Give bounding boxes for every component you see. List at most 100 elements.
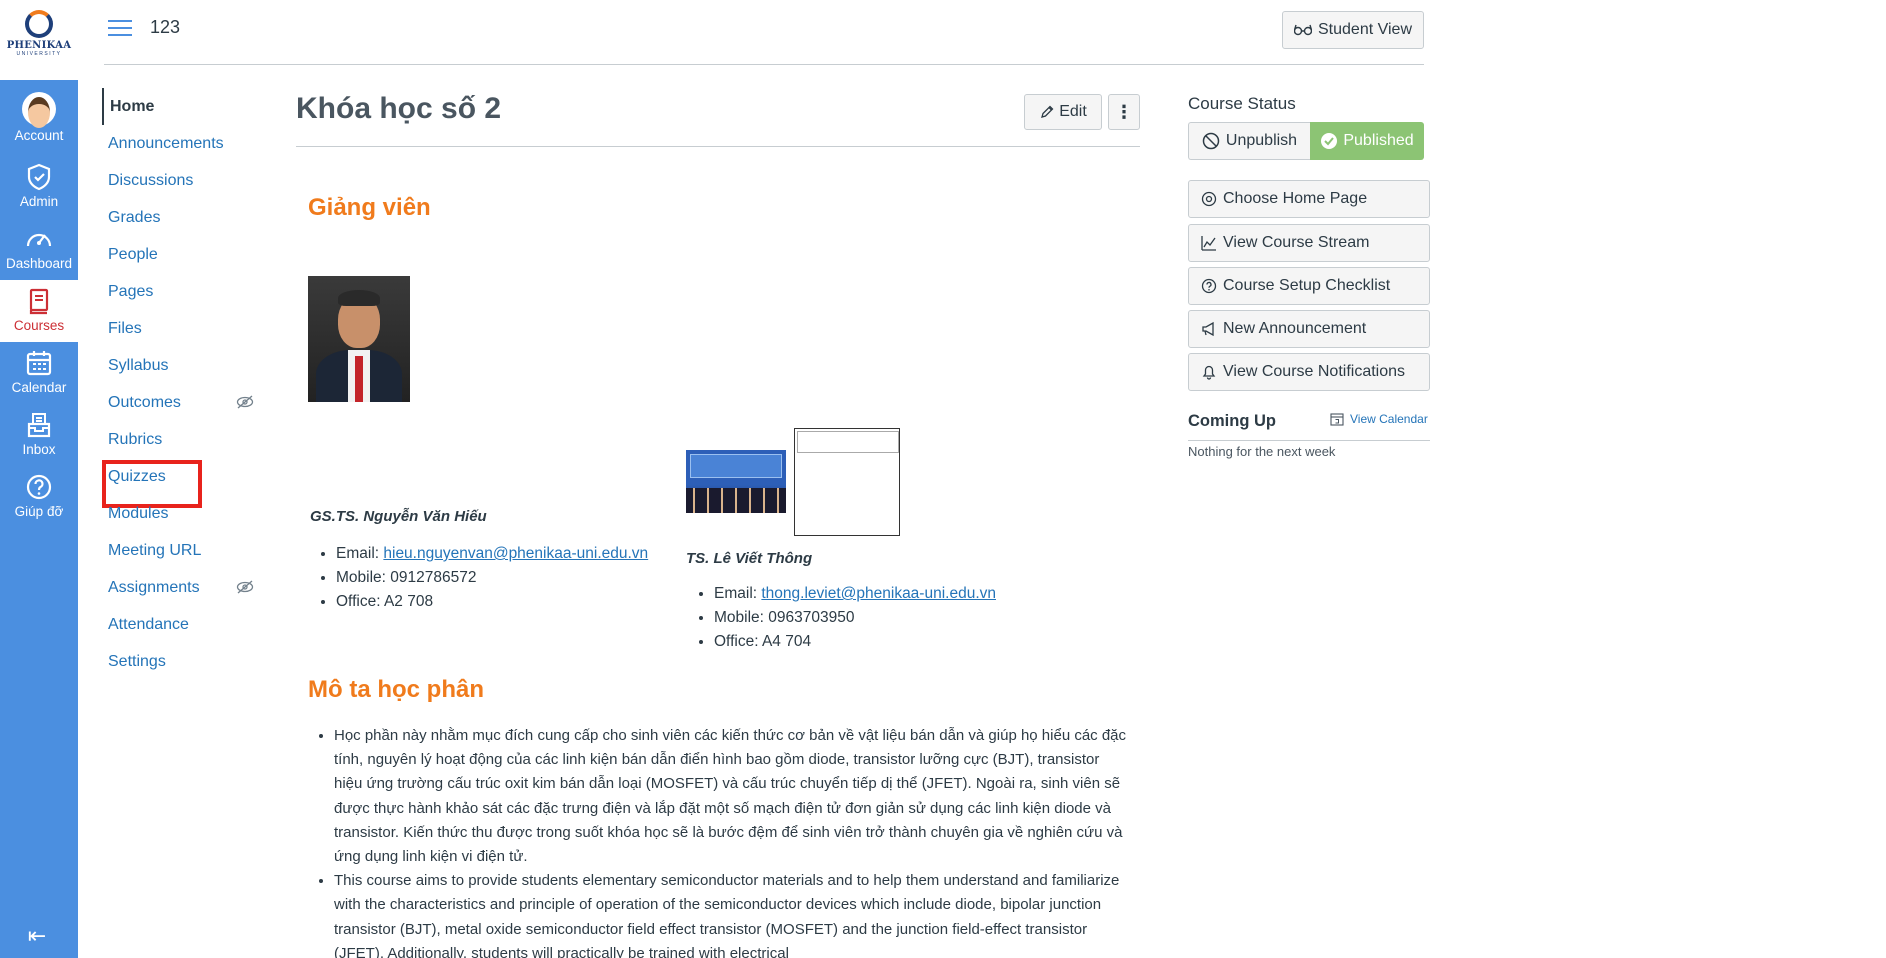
hidden-eye-icon <box>236 580 254 594</box>
list-item: Email: hieu.nguyenvan@phenikaa-uni.edu.v… <box>336 542 648 566</box>
course-nav-discussions[interactable]: Discussions <box>102 162 262 199</box>
instructor1-name: GS.TS. Nguyễn Văn Hiếu <box>310 508 487 525</box>
unpublish-button[interactable]: Unpublish <box>1188 122 1310 160</box>
list-item: Mobile: 0912786572 <box>336 566 648 590</box>
course-setup-checklist-button[interactable]: Course Setup Checklist <box>1188 267 1430 305</box>
bell-icon <box>1202 365 1216 380</box>
calendar-icon <box>26 351 52 376</box>
coming-up-heading: Coming Up <box>1188 412 1276 430</box>
pencil-icon <box>1041 105 1054 118</box>
course-status-heading: Course Status <box>1188 94 1296 113</box>
calendar-icon <box>1330 413 1344 426</box>
instructor1-email-link[interactable]: hieu.nguyenvan@phenikaa-uni.edu.vn <box>383 545 648 562</box>
course-nav-files[interactable]: Files <box>102 310 262 347</box>
instructor1-photo <box>308 276 410 402</box>
glasses-icon <box>1294 24 1312 36</box>
shield-icon <box>27 163 51 191</box>
course-nav-attendance[interactable]: Attendance <box>102 606 262 643</box>
list-item: Mobile: 0963703950 <box>714 606 996 630</box>
target-icon <box>1201 191 1217 207</box>
megaphone-icon <box>1202 321 1214 337</box>
view-course-notifications-button[interactable]: View Course Notifications <box>1188 353 1430 391</box>
list-item: Office: A2 708 <box>336 590 648 614</box>
edit-button[interactable]: Edit <box>1024 94 1102 130</box>
instructor2-email-link[interactable]: thong.leviet@phenikaa-uni.edu.vn <box>761 585 996 602</box>
global-nav-inbox[interactable]: Inbox <box>0 404 78 466</box>
global-nav-label: Giúp đỡ <box>14 504 64 519</box>
global-nav-label: Admin <box>19 194 59 209</box>
view-calendar-link[interactable]: View Calendar <box>1330 412 1428 426</box>
student-view-label: Student View <box>1318 21 1412 38</box>
coming-up-divider <box>1188 440 1430 441</box>
published-button[interactable]: Published <box>1310 122 1424 160</box>
course-nav-meeting-url[interactable]: Meeting URL <box>102 532 262 569</box>
course-nav-people[interactable]: People <box>102 236 262 273</box>
global-nav: PHENIKAA UNIVERSITY Account Admin Dashbo… <box>0 0 78 958</box>
course-nav-outcomes[interactable]: Outcomes <box>102 384 262 421</box>
question-circle-icon <box>1201 278 1217 294</box>
instructor2-info: Email: thong.leviet@phenikaa-uni.edu.vn … <box>686 582 996 654</box>
course-nav-modules[interactable]: Modules <box>102 495 262 532</box>
list-item: Học phần này nhằm mục đích cung cấp cho … <box>334 724 1128 869</box>
course-nav-syllabus[interactable]: Syllabus <box>102 347 262 384</box>
avatar-icon <box>22 92 56 128</box>
global-nav-courses[interactable]: Courses <box>0 280 78 342</box>
unpublish-label: Unpublish <box>1225 132 1298 149</box>
header-divider <box>104 64 1424 65</box>
global-nav-label: Inbox <box>22 442 56 457</box>
list-item: Email: thong.leviet@phenikaa-uni.edu.vn <box>714 582 996 606</box>
broken-image <box>794 428 900 536</box>
list-item: Office: A4 704 <box>714 630 996 654</box>
description-list: Học phần này nhằm mục đích cung cấp cho … <box>308 724 1128 958</box>
logo-text: PHENIKAA <box>6 40 72 51</box>
speedometer-icon <box>26 233 52 247</box>
global-nav-admin[interactable]: Admin <box>0 156 78 218</box>
instructor2-name: TS. Lê Viết Thông <box>686 550 813 567</box>
course-nav-announcements[interactable]: Announcements <box>102 125 262 162</box>
coming-up-empty-text: Nothing for the next week <box>1188 444 1336 459</box>
choose-home-page-button[interactable]: Choose Home Page <box>1188 180 1430 218</box>
global-nav-label: Account <box>14 128 64 143</box>
global-nav-label: Courses <box>13 318 65 333</box>
instructor1-info: Email: hieu.nguyenvan@phenikaa-uni.edu.v… <box>308 542 648 614</box>
global-nav-account[interactable]: Account <box>0 88 78 150</box>
description-heading: Mô ta học phân <box>308 676 484 703</box>
global-nav-calendar[interactable]: Calendar <box>0 342 78 404</box>
global-nav-label: Dashboard <box>5 256 73 271</box>
course-nav-home[interactable]: Home <box>102 88 262 125</box>
ban-icon <box>1202 132 1220 150</box>
title-divider <box>296 146 1140 147</box>
logo-icon <box>25 10 53 38</box>
inbox-icon <box>27 413 51 438</box>
course-nav-quizzes[interactable]: Quizzes <box>102 458 262 508</box>
course-nav-rubrics[interactable]: Rubrics <box>102 421 262 458</box>
course-nav-pages[interactable]: Pages <box>102 273 262 310</box>
new-announcement-button[interactable]: New Announcement <box>1188 310 1430 348</box>
edit-label: Edit <box>1059 103 1087 120</box>
course-nav-grades[interactable]: Grades <box>102 199 262 236</box>
course-nav: Home Announcements Discussions Grades Pe… <box>102 88 262 680</box>
help-icon <box>26 474 52 500</box>
course-nav-settings[interactable]: Settings <box>102 643 262 680</box>
global-nav-label: Calendar <box>11 380 67 395</box>
collapse-nav-icon[interactable]: ⇤ <box>20 924 54 948</box>
check-circle-icon <box>1321 133 1338 149</box>
book-icon <box>29 288 49 315</box>
hidden-eye-icon <box>236 395 254 409</box>
published-label: Published <box>1343 132 1414 149</box>
more-options-button[interactable]: ⋮ <box>1108 94 1140 130</box>
menu-icon[interactable] <box>108 20 132 38</box>
view-course-stream-button[interactable]: View Course Stream <box>1188 224 1430 262</box>
logo[interactable]: PHENIKAA UNIVERSITY <box>0 0 78 80</box>
breadcrumb[interactable]: 123 <box>150 17 180 38</box>
global-nav-dashboard[interactable]: Dashboard <box>0 218 78 280</box>
instructors-heading: Giảng viên <box>308 194 431 221</box>
logo-subtext: UNIVERSITY <box>16 51 62 57</box>
list-item: This course aims to provide students ele… <box>334 869 1128 958</box>
course-nav-assignments[interactable]: Assignments <box>102 569 262 606</box>
chart-icon <box>1201 236 1216 251</box>
student-view-button[interactable]: Student View <box>1282 11 1424 49</box>
page-title: Khóa học số 2 <box>296 92 502 125</box>
global-nav-help[interactable]: Giúp đỡ <box>0 466 78 528</box>
event-photo <box>686 450 786 513</box>
